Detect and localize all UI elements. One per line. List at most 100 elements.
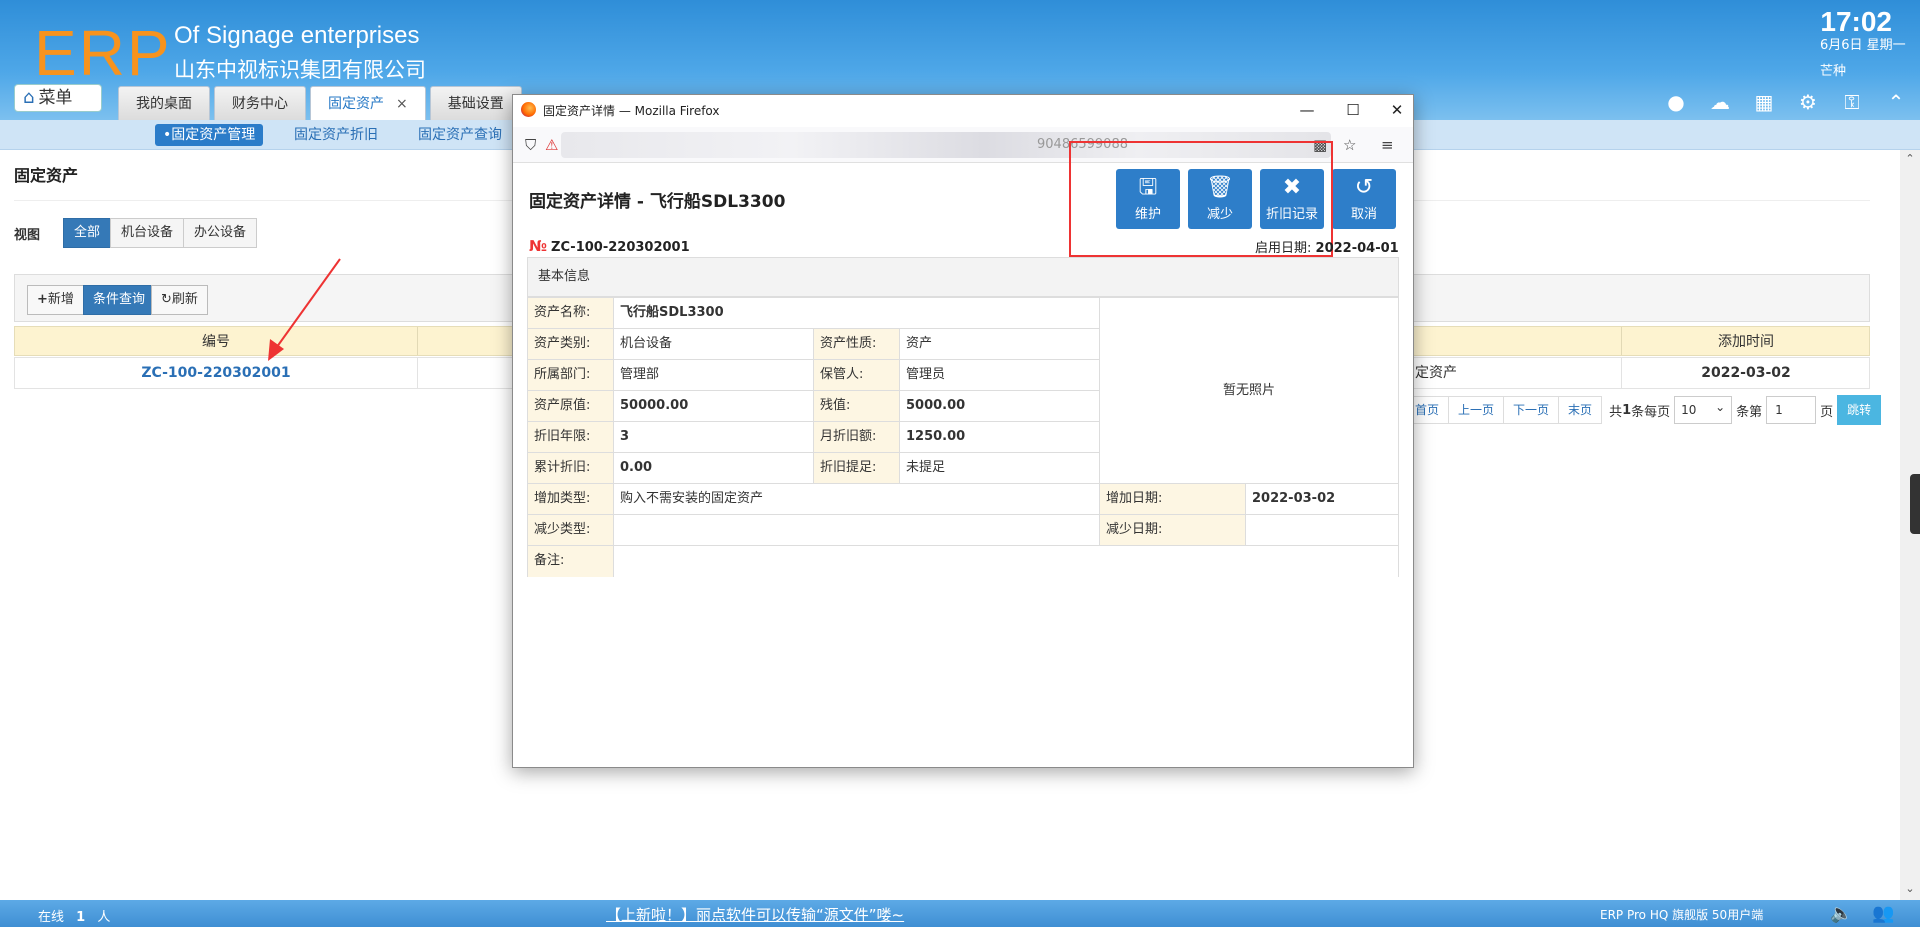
tab-fixed-assets[interactable]: 固定资产 × [310,86,426,120]
start-date-value: 2022-04-01 [1315,241,1399,256]
subnav-asset-management[interactable]: •固定资产管理 [155,124,264,146]
firefox-window: 固定资产详情 — Mozilla Firefox — ☐ ✕ ⛉ ⚠ 90486… [512,94,1414,768]
online-prefix: 在线 [38,910,65,925]
col-divider [417,327,418,355]
total-prefix: 共 [1609,404,1623,420]
subnav-asset-query[interactable]: 固定资产查询 [410,124,510,146]
last-page-button[interactable]: 末页 [1558,396,1603,424]
next-page-button[interactable]: 下一页 [1503,396,1560,424]
key-icon[interactable]: ⚿ [1840,90,1864,114]
provision-value: 未提足 [900,453,1100,484]
nature-label: 资产性质: [814,329,900,360]
window-titlebar[interactable]: 固定资产详情 — Mozilla Firefox — ☐ ✕ [513,95,1413,125]
close-icon[interactable]: ✕ [1381,98,1413,122]
tab-desktop[interactable]: 我的桌面 [118,86,210,120]
shield-icon[interactable]: ⛉ [525,136,536,154]
edition-label: ERP Pro HQ 旗舰版 50用户端 [1600,908,1764,922]
refresh-button[interactable]: ↻刷新 [151,285,208,315]
cancel-button[interactable]: ↺ 取消 [1332,169,1396,229]
col-divider [417,358,418,388]
refresh-icon: ↻ [161,292,172,307]
undo-icon: ↺ [1354,175,1374,200]
speaker-icon[interactable]: 🔈 [1830,903,1852,924]
total-count: 1 [1622,402,1632,418]
page-prefix: 条第 [1736,404,1763,420]
tab-label: 财务中心 [232,96,288,112]
gear-icon[interactable]: ⚙ [1796,90,1820,114]
page-title: 固定资产 [14,166,79,185]
asset-type-cell: 定资产 [1415,365,1457,381]
reduce-type-label: 减少类型: [528,515,614,546]
view-filter-group: 全部 机台设备 办公设备 [63,218,258,248]
per-page-text: 条每页 [1631,404,1671,420]
online-users: 在线 1 人 [38,906,110,925]
query-button[interactable]: 条件查询 [83,285,156,315]
reduce-type-value [614,515,1100,546]
status-bar: 在线 1 人 【上新啦！】丽点软件可以传输“源文件”喽~ ERP Pro HQ … [0,900,1920,927]
detail-title: 固定资产详情 - 飞行船SDL3300 [529,192,786,212]
years-value: 3 [614,422,814,453]
dept-label: 所属部门: [528,360,614,391]
original-value: 50000.00 [614,391,814,422]
page-number-input[interactable]: 1 [1766,396,1817,424]
header-icons: ● ☁ ▦ ⚙ ⚿ ⌃ [1664,90,1908,114]
users-icon[interactable]: 👥 [1872,903,1894,924]
company-name-cn: 山东中视标识集团有限公司 [174,58,426,82]
monthly-label: 月折旧额: [814,422,900,453]
monthly-value: 1250.00 [900,422,1100,453]
provision-label: 折旧提足: [814,453,900,484]
go-button[interactable]: 跳转 [1837,395,1882,425]
subnav-asset-depreciation[interactable]: 固定资产折旧 [286,124,386,146]
keeper-label: 保管人: [814,360,900,391]
tab-basic-settings[interactable]: 基础设置 [429,86,522,120]
bookmark-star-icon[interactable]: ☆ [1343,136,1356,154]
add-label: 新增 [47,292,74,307]
main-menu-button[interactable]: ⌂ 菜单 [14,84,102,112]
firefox-logo-icon [521,102,536,117]
scroll-down-icon[interactable]: ⌄ [1900,882,1920,898]
plus-icon: + [37,292,48,307]
start-date: 启用日期: 2022-04-01 [1255,237,1399,256]
view-label: 视图 [14,228,41,243]
view-all-button[interactable]: 全部 [63,218,112,248]
page-suffix: 页 [1820,404,1834,420]
view-office-button[interactable]: 办公设备 [183,218,258,248]
col-added-time: 添加时间 [1718,334,1774,350]
nature-value: 资产 [900,329,1100,360]
tab-finance[interactable]: 财务中心 [214,86,306,120]
add-button[interactable]: +新增 [27,285,84,315]
add-date-label: 增加日期: [1100,484,1246,515]
prev-page-button[interactable]: 上一页 [1448,396,1505,424]
online-count: 1 [76,910,86,925]
add-date-value: 2022-03-02 [1246,484,1398,515]
col-code: 编号 [202,334,230,350]
menu-label: 菜单 [38,88,73,108]
residual-value: 5000.00 [900,391,1100,422]
view-machine-button[interactable]: 机台设备 [110,218,185,248]
maximize-icon[interactable]: ☐ [1337,98,1369,122]
add-type-label: 增加类型: [528,484,614,515]
name-label: 资产名称: [528,298,614,329]
accum-label: 累计折旧: [528,453,614,484]
collapse-up-icon[interactable]: ⌃ [1884,90,1908,114]
minimize-icon[interactable]: — [1291,98,1323,122]
detail-grid: 资产名称: 飞行船SDL3300 资产类别: 机台设备 资产性质: 资产 所属部… [527,297,1399,577]
asset-code-link[interactable]: ZC-100-220302001 [15,358,417,388]
years-label: 折旧年限: [528,422,614,453]
added-time-cell: 2022-03-02 [1701,365,1791,381]
pagination: 首页 上一页 下一页 末页 共1条每页 10 条第 1 页 跳转 [1405,394,1882,425]
scroll-up-icon[interactable]: ⌃ [1900,152,1920,168]
side-handle[interactable] [1910,474,1920,534]
grid-add-icon[interactable]: ▦ [1752,90,1776,114]
notice-link[interactable]: 【上新啦！】丽点软件可以传输“源文件”喽~ [606,904,904,925]
hamburger-menu-icon[interactable]: ≡ [1381,136,1394,154]
reduce-date-value [1246,515,1398,546]
close-tab-icon[interactable]: × [396,96,408,112]
name-value: 飞行船SDL3300 [614,298,1100,329]
page-size-select[interactable]: 10 [1674,394,1733,424]
cloud-upload-icon[interactable]: ☁ [1708,90,1732,114]
online-suffix: 人 [97,910,111,925]
section-header: 基本信息 [527,257,1399,297]
insecure-lock-icon[interactable]: ⚠ [545,136,558,154]
user-icon[interactable]: ● [1664,90,1688,114]
